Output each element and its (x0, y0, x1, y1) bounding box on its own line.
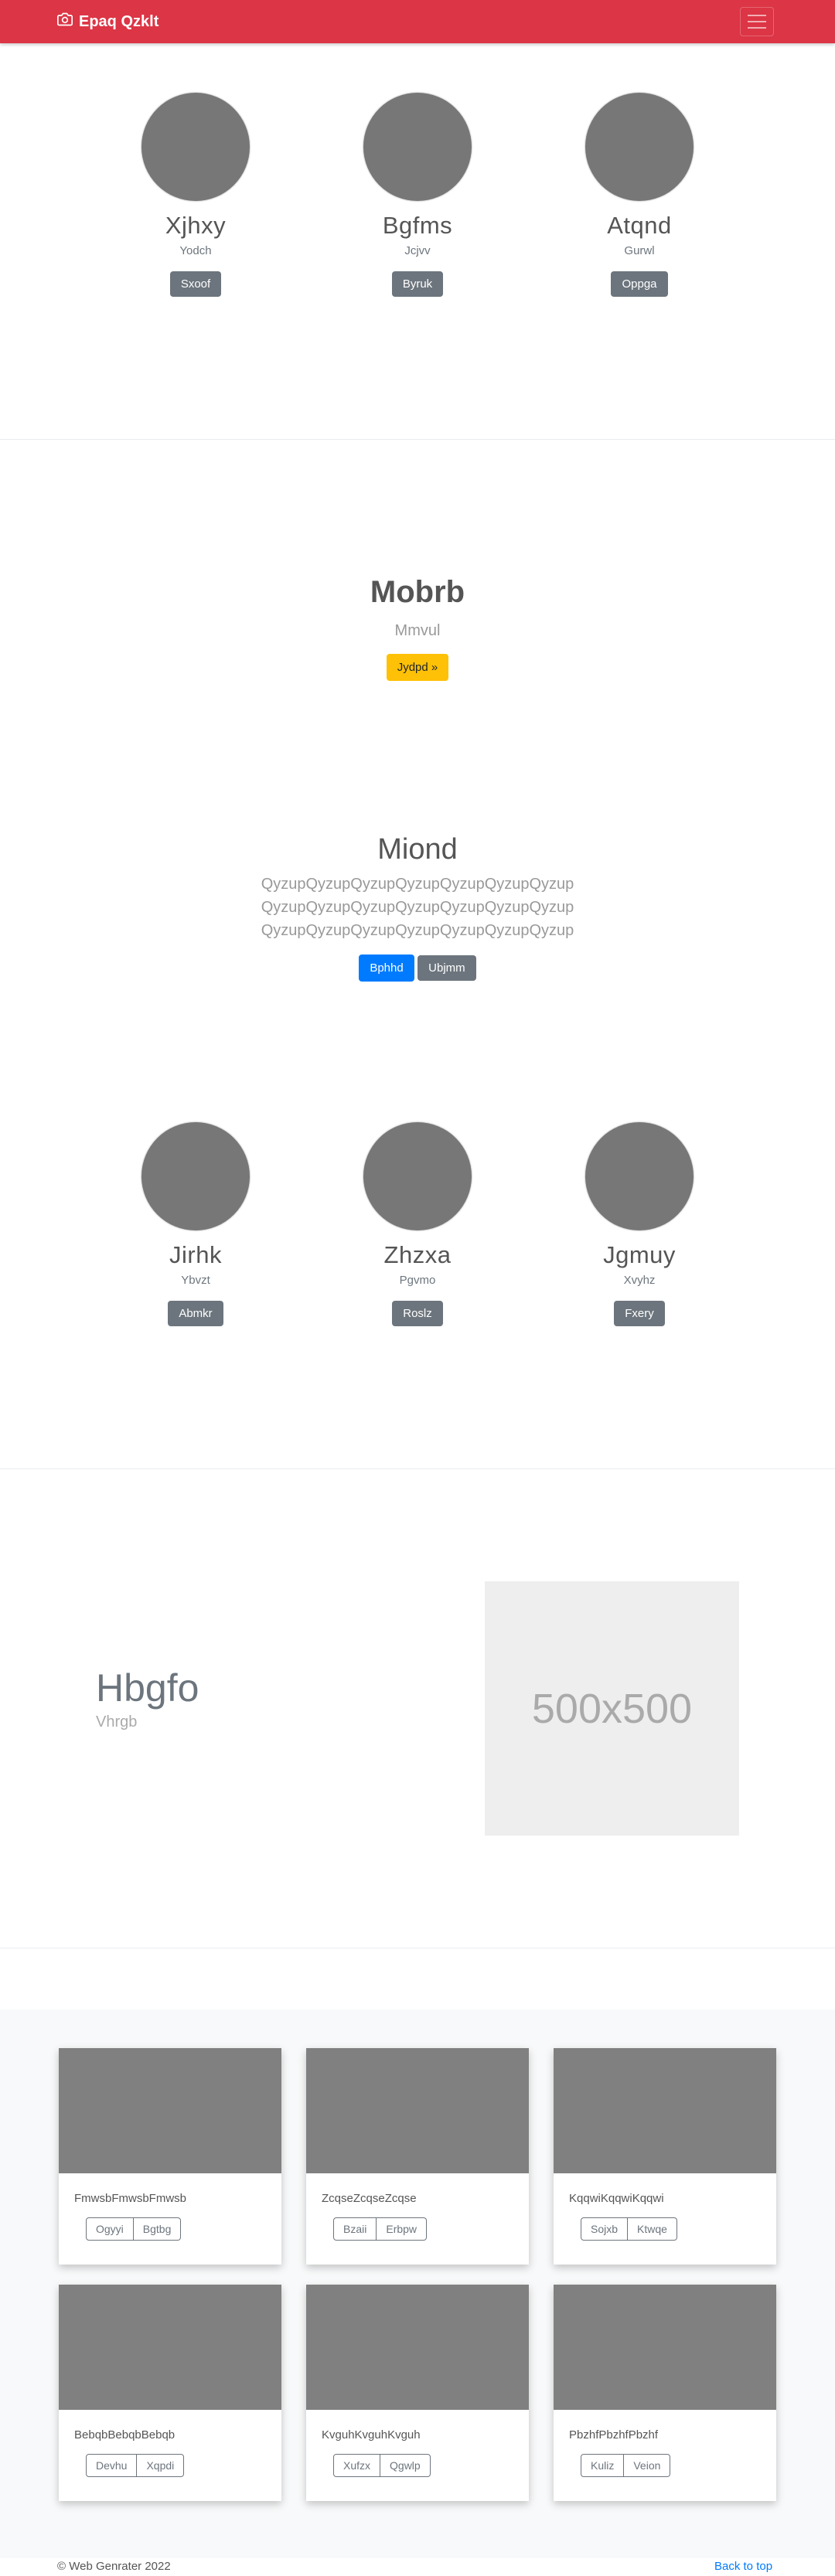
back-to-top-link[interactable]: Back to top (714, 2560, 772, 2573)
jumbotron-title: Miond (377, 833, 458, 866)
album-card: KvguhKvguhKvguh Xufzx Qgwlp (306, 2285, 529, 2501)
card-text: FmwsbFmwsbFmwsb (74, 2192, 186, 2205)
person-subtitle: Xvyhz (623, 1274, 656, 1287)
person-column: Xjhxy Yodch Sxoof (118, 93, 273, 297)
hero-subtitle: Mmvul (394, 622, 441, 639)
card-button[interactable]: Ktwqe (628, 2217, 677, 2241)
card-button[interactable]: Devhu (86, 2454, 138, 2477)
lead-line: QyzupQyzupQyzupQyzupQyzupQyzupQyzup (261, 876, 574, 893)
camera-icon (57, 12, 73, 32)
card-text: KvguhKvguhKvguh (322, 2428, 421, 2442)
person-column: Bgfms Jcjvv Byruk (340, 93, 495, 297)
navbar: Epaq Qzklt (0, 0, 835, 43)
feature-title: Hbgfo (96, 1666, 199, 1710)
card-button-group: Xufzx Qgwlp (333, 2454, 431, 2477)
divider (0, 439, 835, 440)
card-button[interactable]: Kuliz (581, 2454, 625, 2477)
card-button-group: Sojxb Ktwqe (581, 2217, 677, 2241)
person-button[interactable]: Roslz (392, 1301, 443, 1326)
person-name: Xjhxy (165, 212, 227, 239)
album-section: FmwsbFmwsbFmwsb Ogyyi Bgtbg ZcqseZcqseZc… (0, 2009, 835, 2558)
card-text: PbzhfPbzhfPbzhf (569, 2428, 659, 2442)
person-column: Zhzxa Pgvmo Roslz (340, 1122, 495, 1326)
person-column: Jirhk Ybvzt Abmkr (118, 1122, 273, 1326)
person-name: Zhzxa (383, 1241, 452, 1268)
feature-subtitle: Vhrgb (96, 1713, 138, 1730)
hamburger-icon (748, 15, 766, 16)
person-name: Jirhk (169, 1241, 222, 1268)
person-subtitle: Yodch (179, 244, 212, 257)
card-button-group: Bzaii Erbpw (333, 2217, 428, 2241)
card-button[interactable]: Bzaii (333, 2217, 377, 2241)
feature-text: Hbgfo Vhrgb (96, 1666, 199, 1731)
footer-copyright: © Web Genrater 2022 (57, 2560, 171, 2573)
card-text: BebqbBebqbBebqb (74, 2428, 176, 2442)
person-button[interactable]: Abmkr (168, 1301, 223, 1326)
card-text: KqqwiKqqwiKqqwi (569, 2192, 664, 2205)
album-card: BebqbBebqbBebqb Devhu Xqpdi (59, 2285, 281, 2501)
card-button[interactable]: Veion (624, 2454, 671, 2477)
person-button[interactable]: Fxery (614, 1301, 665, 1326)
person-button[interactable]: Oppga (611, 271, 668, 297)
card-button[interactable]: Sojxb (581, 2217, 629, 2241)
hero-section: Mobrb Mmvul Jydpd » (0, 575, 835, 681)
card-image (59, 2048, 281, 2173)
person-subtitle: Pgvmo (399, 1274, 436, 1287)
lead-line: QyzupQyzupQyzupQyzupQyzupQyzupQyzup (261, 922, 574, 939)
album-card: ZcqseZcqseZcqse Bzaii Erbpw (306, 2048, 529, 2265)
person-button[interactable]: Sxoof (169, 271, 222, 297)
brand-link[interactable]: Epaq Qzklt (57, 11, 158, 32)
album-card: FmwsbFmwsbFmwsb Ogyyi Bgtbg (59, 2048, 281, 2265)
card-text: ZcqseZcqseZcqse (322, 2192, 417, 2205)
album-card: PbzhfPbzhfPbzhf Kuliz Veion (554, 2285, 776, 2501)
card-image (554, 2048, 776, 2173)
lead-line: QyzupQyzupQyzupQyzupQyzupQyzupQyzup (261, 899, 574, 916)
navbar-toggler-button[interactable] (740, 7, 774, 36)
card-image (306, 2285, 529, 2410)
card-image (554, 2285, 776, 2410)
jumbotron-buttons: Bphhd Ubjmm (0, 955, 835, 982)
divider (0, 1468, 835, 1469)
card-button[interactable]: Erbpw (377, 2217, 428, 2241)
avatar (363, 1122, 472, 1230)
person-name: Bgfms (382, 212, 453, 239)
person-column: Jgmuy Xvyhz Fxery (562, 1122, 717, 1326)
primary-button[interactable]: Bphhd (359, 955, 414, 982)
hero-title: Mobrb (370, 575, 465, 609)
avatar (585, 1122, 694, 1230)
card-button-group: Devhu Xqpdi (86, 2454, 185, 2477)
person-name: Atqnd (607, 212, 672, 239)
person-subtitle: Ybvzt (181, 1274, 210, 1287)
person-subtitle: Jcjvv (404, 244, 431, 257)
avatar (141, 93, 250, 201)
avatar (585, 93, 694, 201)
card-button[interactable]: Xufzx (333, 2454, 381, 2477)
card-button[interactable]: Ogyyi (86, 2217, 134, 2241)
jumbotron-section: Miond QyzupQyzupQyzupQyzupQyzupQyzupQyzu… (0, 833, 835, 982)
card-button[interactable]: Bgtbg (133, 2217, 182, 2241)
card-image (59, 2285, 281, 2410)
person-subtitle: Gurwl (624, 244, 655, 257)
person-column: Atqnd Gurwl Oppga (562, 93, 717, 297)
card-button-group: Kuliz Veion (581, 2454, 671, 2477)
hero-button[interactable]: Jydpd » (386, 654, 449, 681)
album-card: KqqwiKqqwiKqqwi Sojxb Ktwqe (554, 2048, 776, 2265)
jumbotron-lead: QyzupQyzupQyzupQyzupQyzupQyzupQyzup Qyzu… (0, 873, 835, 942)
person-button[interactable]: Byruk (391, 271, 444, 297)
avatar (363, 93, 472, 201)
feature-image-placeholder: 500x500 (485, 1581, 739, 1836)
secondary-button[interactable]: Ubjmm (418, 955, 476, 981)
card-button[interactable]: Qgwlp (380, 2454, 431, 2477)
person-name: Jgmuy (603, 1241, 676, 1268)
brand-name: Epaq Qzklt (79, 12, 159, 30)
avatar (141, 1122, 250, 1230)
card-button[interactable]: Xqpdi (137, 2454, 185, 2477)
card-image (306, 2048, 529, 2173)
card-button-group: Ogyyi Bgtbg (86, 2217, 182, 2241)
